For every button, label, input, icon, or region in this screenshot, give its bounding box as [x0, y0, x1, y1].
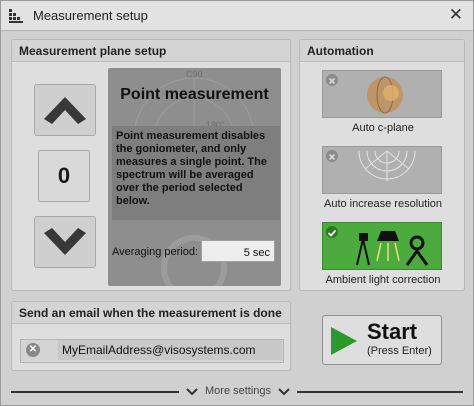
point-measurement-title: Point measurement [120, 86, 269, 103]
automation-header: Automation [300, 40, 464, 62]
close-button[interactable]: ✕ [449, 6, 463, 24]
start-label: Start [367, 319, 418, 344]
email-panel: Send an email when the measurement is do… [11, 301, 291, 371]
measurement-setup-window: Measurement setup ✕ Measurement plane se… [0, 0, 474, 406]
play-icon [331, 327, 357, 355]
divider-right [297, 391, 463, 393]
measurement-plane-header: Measurement plane setup [12, 40, 290, 62]
plane-down-button[interactable] [34, 216, 96, 268]
app-logo-icon [9, 9, 23, 23]
measurement-plane-panel: Measurement plane setup 0 C90 180° 90 Po… [11, 39, 291, 291]
start-shortcut-hint: (Press Enter) [367, 345, 432, 357]
email-input[interactable] [58, 340, 282, 360]
window-title: Measurement setup [33, 8, 148, 23]
arrow-up-icon [44, 97, 86, 124]
chevron-down-icon[interactable] [277, 387, 291, 397]
divider-left [11, 391, 179, 393]
averaging-period-label: Averaging period: [112, 246, 199, 258]
auto-c-plane-label: Auto c-plane [352, 122, 414, 134]
resolution-grid-icon [358, 150, 416, 181]
point-measurement-description: Point measurement disables the goniomete… [112, 126, 280, 220]
c-plane-icon [367, 76, 403, 114]
ambient-light-correction-toggle[interactable] [322, 222, 442, 270]
point-measurement-area: C90 180° 90 Point measurement Point meas… [108, 68, 281, 286]
email-header: Send an email when the measurement is do… [12, 302, 290, 324]
c90-label: C90 [186, 69, 203, 79]
auto-increase-resolution-label: Auto increase resolution [323, 198, 442, 210]
ambient-light-icon [356, 231, 429, 266]
clear-email-icon[interactable]: ✕ [26, 343, 40, 357]
averaging-period-input[interactable] [201, 240, 275, 262]
plane-up-button[interactable] [34, 84, 96, 136]
auto-increase-resolution-toggle[interactable] [322, 146, 442, 194]
title-bar: Measurement setup ✕ [1, 1, 473, 31]
plane-value-display: 0 [38, 150, 90, 202]
arrow-down-icon [44, 228, 86, 255]
ambient-light-correction-label: Ambient light correction [325, 274, 441, 286]
more-settings-link[interactable]: More settings [205, 385, 271, 397]
chevron-down-icon[interactable] [185, 387, 199, 397]
auto-c-plane-toggle[interactable] [322, 70, 442, 118]
start-button[interactable]: Start (Press Enter) [322, 315, 442, 365]
automation-panel: Automation Auto c-plane Auto increase re… [299, 39, 465, 291]
